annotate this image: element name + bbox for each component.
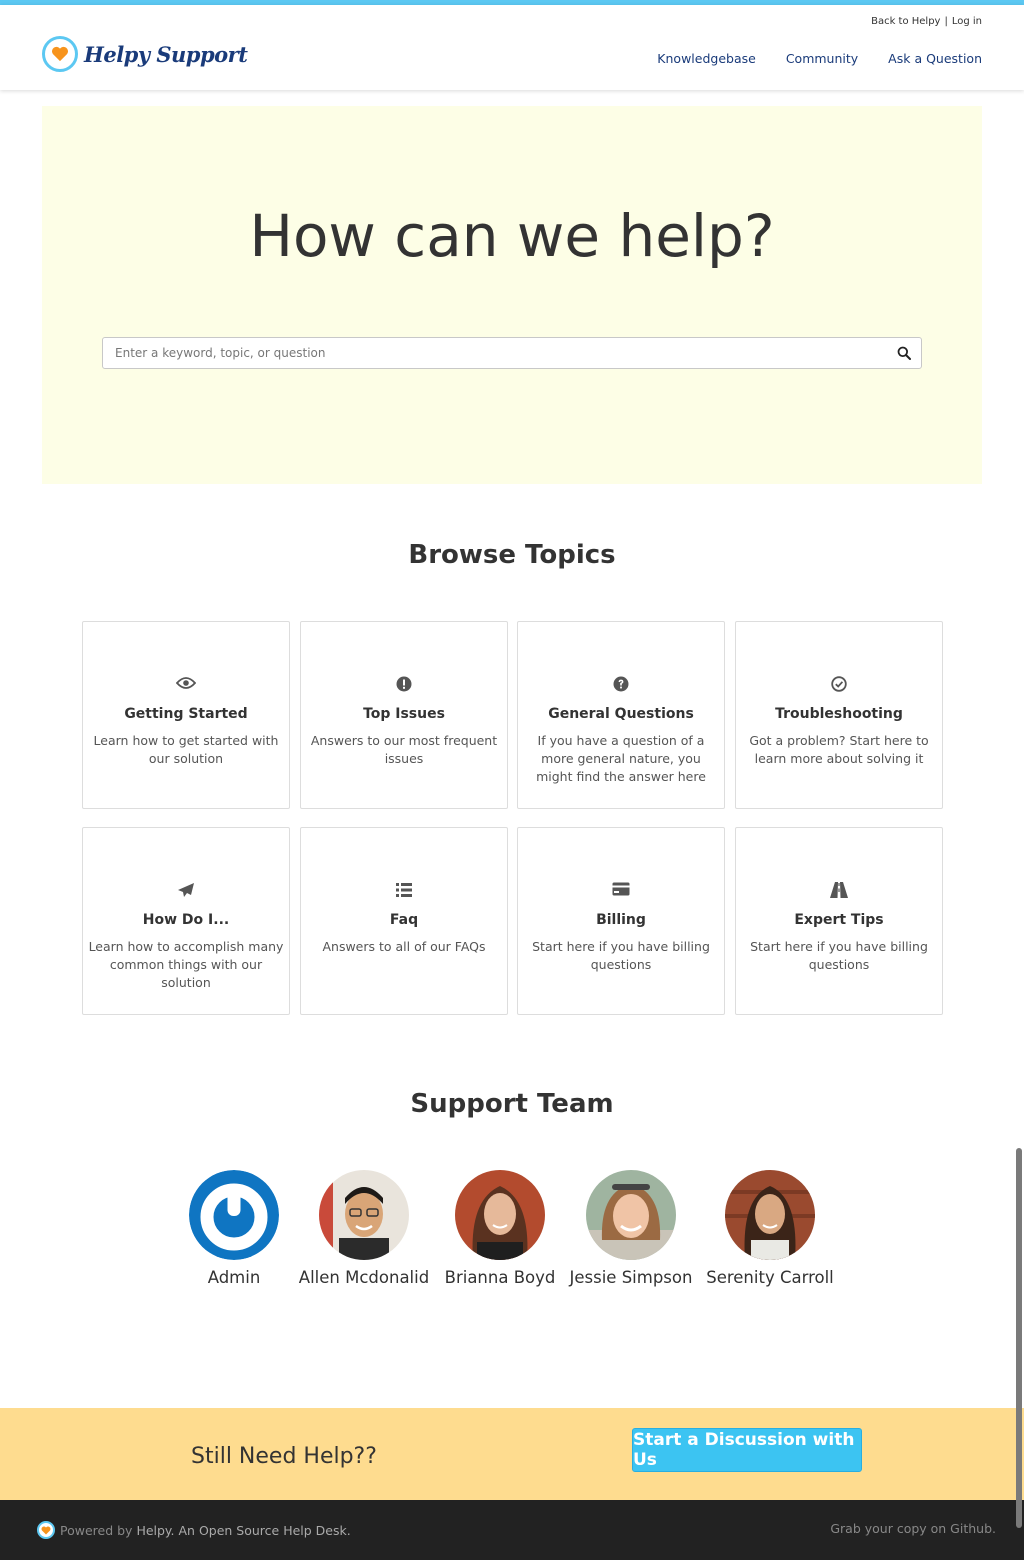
browse-topics-title: Browse Topics [408,540,616,570]
hero-title: How can we help? [249,202,775,270]
topic-name: Troubleshooting [775,706,903,722]
heart-logo-icon [37,1521,55,1539]
team-member-jessie-simpson[interactable]: Jessie Simpson [556,1170,706,1287]
site-header: Helpy Support Back to Helpy | Log in Knowl… [0,5,1024,90]
support-team-title: Support Team [410,1089,614,1119]
still-need-help-banner: Still Need Help?? Start a Discussion wit… [0,1408,1024,1500]
topic-description: Answers to our most frequent issues [310,733,498,766]
topic-card-billing[interactable]: Billing Start here if you have billing q… [517,827,725,1015]
topic-name: Getting Started [124,706,248,722]
topic-card-getting-started[interactable]: Getting Started Learn how to get started… [82,621,290,809]
credit-card-icon [518,882,724,900]
topic-description: Learn how to accomplish many common thin… [88,939,284,990]
logo-text: Helpy Support [84,41,248,67]
member-name: Allen Mcdonalid [298,1268,430,1287]
member-name: Jessie Simpson [569,1268,693,1287]
nav-ask-a-question[interactable]: Ask a Question [888,51,982,66]
site-logo[interactable]: Helpy Support [42,36,248,72]
team-member-admin[interactable]: Admin [159,1170,309,1287]
topic-card-top-issues[interactable]: Top Issues Answers to our most frequent … [300,621,508,809]
still-need-help-text: Still Need Help?? [191,1444,377,1469]
back-to-helpy-link[interactable]: Back to Helpy [871,16,940,27]
topic-description: Learn how to get started with our soluti… [93,733,279,766]
topic-card-faq[interactable]: Faq Answers to all of our FAQs [300,827,508,1015]
main-nav: Knowledgebase Community Ask a Question [657,51,982,66]
topic-name: Billing [596,912,646,928]
road-icon [736,882,942,900]
list-icon [301,882,507,900]
team-member-allen-mcdonalid[interactable]: Allen Mcdonalid [289,1170,439,1287]
search-input[interactable] [103,338,883,368]
search-icon[interactable] [897,345,913,361]
github-link[interactable]: Grab your copy on Github. [830,1521,996,1536]
exclamation-circle-icon [301,676,507,694]
topic-description: Got a problem? Start here to learn more … [749,733,929,766]
paper-plane-icon [83,882,289,900]
topic-name: General Questions [548,706,694,722]
site-footer: Powered by Helpy. An Open Source Help De… [0,1500,1024,1560]
topic-card-how-do-i[interactable]: How Do I... Learn how to accomplish many… [82,827,290,1015]
topic-description: If you have a question of a more general… [536,733,706,784]
topic-card-expert-tips[interactable]: Expert Tips Start here if you have billi… [735,827,943,1015]
nav-knowledgebase[interactable]: Knowledgebase [657,51,756,66]
avatar [586,1170,676,1260]
topic-name: Top Issues [363,706,445,722]
heart-logo-icon [42,36,78,72]
avatar [725,1170,815,1260]
log-in-link[interactable]: Log in [952,16,982,27]
avatar [455,1170,545,1260]
eye-icon [83,676,289,694]
topic-card-general-questions[interactable]: General Questions If you have a question… [517,621,725,809]
topic-name: How Do I... [142,912,230,928]
util-separator: | [944,16,948,27]
start-discussion-button[interactable]: Start a Discussion with Us [632,1428,862,1472]
avatar [319,1170,409,1260]
member-name: Admin [207,1268,261,1287]
hero-section: How can we help? [42,106,982,484]
check-circle-icon [736,676,942,694]
topic-name: Faq [389,912,419,928]
search-box [102,337,922,369]
avatar [189,1170,279,1260]
member-name: Serenity Carroll [706,1268,834,1287]
team-member-brianna-boyd[interactable]: Brianna Boyd [425,1170,575,1287]
question-circle-icon [518,676,724,694]
topic-description: Start here if you have billing questions [532,939,710,972]
page-scrollbar[interactable] [1016,1148,1022,1528]
topic-description: Answers to all of our FAQs [322,939,486,954]
member-name: Brianna Boyd [444,1268,556,1287]
powered-by: Powered by Helpy. An Open Source Help De… [37,1521,351,1539]
topic-description: Start here if you have billing questions [750,939,928,972]
utility-links: Back to Helpy | Log in [871,16,982,27]
nav-community[interactable]: Community [786,51,858,66]
powered-by-prefix: Powered by [60,1522,133,1538]
helpy-link[interactable]: Helpy. An Open Source Help Desk. [136,1523,350,1538]
team-member-serenity-carroll[interactable]: Serenity Carroll [695,1170,845,1287]
topic-card-troubleshooting[interactable]: Troubleshooting Got a problem? Start her… [735,621,943,809]
topic-name: Expert Tips [794,912,884,928]
